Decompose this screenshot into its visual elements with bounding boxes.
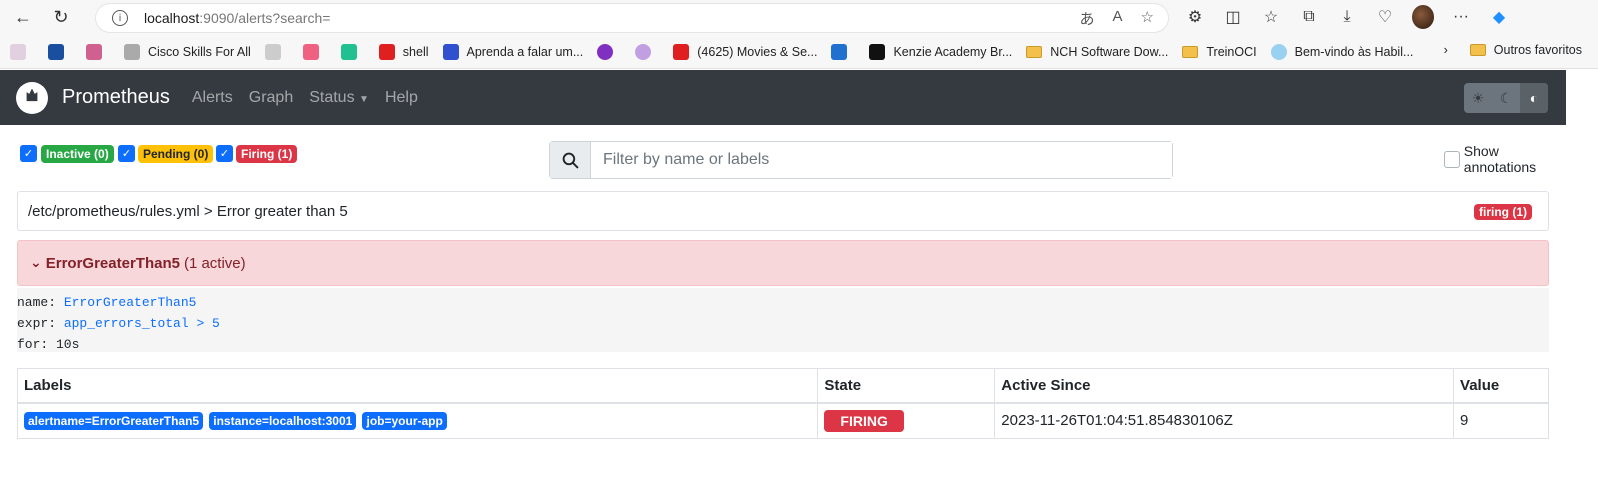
bookmark-icon-5[interactable] [302,43,327,60]
dark-theme-icon[interactable]: ☾ [1492,83,1520,113]
bookmark-icon-7[interactable] [597,43,621,60]
state-badge: FIRING [824,409,904,432]
label-badge: job=your-app [362,411,447,430]
rule-file-path: /etc/prometheus/rules.yml > Error greate… [28,202,348,220]
url-path: :9090/alerts?search= [199,10,331,26]
table-header-row: Labels State Active Since Value [16,368,1549,404]
search-icon [550,142,591,178]
light-theme-icon[interactable]: ☀ [1464,83,1492,113]
bookmark-aprenda[interactable]: Aprenda a falar um... [442,43,583,60]
chevron-down-icon: ⌄ [30,255,42,271]
search-input[interactable] [591,142,1172,178]
prometheus-logo-icon[interactable] [16,81,48,114]
bookmark-treinoci[interactable]: TreinOCI [1182,45,1257,59]
bookmark-kenzie[interactable]: Kenzie Academy Br... [869,43,1012,60]
col-active-since: Active Since [994,368,1455,404]
extensions-icon[interactable]: ⚙ [1184,7,1206,27]
reload-icon[interactable]: ↻ [46,3,76,33]
labels-cell: alertname=ErrorGreaterThan5 instance=loc… [16,402,819,439]
rule-for: for: 10s [17,337,80,352]
inactive-badge: Inactive (0) [41,145,114,163]
chevron-right-icon[interactable]: › [1444,43,1448,57]
rule-definition: name: ErrorGreaterThan5 expr: app_errors… [17,288,1549,352]
caret-down-icon: ▼ [359,93,369,105]
read-aloud-icon[interactable]: A [1113,8,1123,29]
show-annotations-checkbox[interactable] [1444,150,1460,168]
bookmark-icon-4[interactable] [264,43,289,60]
browser-toolbar: ← ↻ i localhost:9090/alerts?search= あ A … [0,0,1598,35]
show-annotations[interactable]: Show annotations [1444,143,1566,175]
url-host: localhost [144,10,200,26]
firing-checkbox[interactable]: ✓ [216,145,233,162]
bookmark-icon-1[interactable] [10,43,34,60]
label-badge: instance=localhost:3001 [209,411,357,430]
alerts-page: ✓ Inactive (0) ✓ Pending (0) ✓ Firing (1… [0,125,1566,439]
other-favorites[interactable]: Outros favoritos [1494,43,1582,57]
bookmark-sap[interactable] [831,43,855,60]
bookmark-icon-2[interactable] [48,43,72,60]
rule-name-link[interactable]: ErrorGreaterThan5 [64,295,197,310]
pending-checkbox[interactable]: ✓ [118,145,135,162]
favorites-icon[interactable]: ☆ [1260,7,1282,27]
inactive-checkbox[interactable]: ✓ [20,145,37,162]
folder-icon [1182,45,1199,58]
col-labels: Labels [16,368,819,404]
nav-help[interactable]: Help [385,89,418,107]
brand[interactable]: Prometheus [62,86,170,109]
firing-badge: Firing (1) [236,145,298,163]
bookmark-icon-3[interactable] [86,43,110,60]
alerts-table: Labels State Active Since Value alertnam… [16,368,1549,439]
translate-icon[interactable]: あ [1080,8,1095,29]
info-icon[interactable]: i [112,10,128,26]
nav-graph[interactable]: Graph [249,89,293,107]
show-annotations-label: Show annotations [1463,143,1537,175]
bookmark-cisco[interactable]: Cisco Skills For All [124,43,251,60]
health-icon[interactable]: ♡ [1374,7,1396,27]
bookmark-nch[interactable]: NCH Software Dow... [1026,45,1168,59]
state-cell: FIRING [817,402,996,439]
pending-badge: Pending (0) [138,145,214,163]
alert-rule-header[interactable]: ⌄ ErrorGreaterThan5 (1 active) [17,240,1549,286]
address-bar[interactable]: i localhost:9090/alerts?search= あ A ☆ [96,4,1168,32]
value-cell: 9 [1453,402,1549,439]
active-since-cell: 2023-11-26T01:04:51.854830106Z [994,402,1455,439]
auto-theme-icon[interactable]: ◐ [1520,83,1548,113]
downloads-icon[interactable]: ⤓ [1336,8,1358,26]
col-value: Value [1453,368,1549,404]
bookmark-icon-8[interactable] [635,43,659,60]
alert-name: ErrorGreaterThan5 [45,254,180,272]
col-state: State [817,368,996,404]
prometheus-navbar: Prometheus Alerts Graph Status ▼ Help ☀ … [0,70,1566,125]
bookmarks-bar: Cisco Skills For All shell Aprenda a fal… [0,35,1598,69]
table-row: alertname=ErrorGreaterThan5 instance=loc… [16,402,1549,439]
avatar[interactable] [1412,5,1434,29]
bookmark-movies[interactable]: (4625) Movies & Se... [673,43,817,60]
folder-icon [1469,44,1486,56]
nav-status[interactable]: Status ▼ [309,89,369,107]
rule-file-header: /etc/prometheus/rules.yml > Error greate… [17,191,1549,231]
back-icon[interactable]: ← [8,3,38,33]
favorite-star-icon[interactable]: ☆ [1141,8,1154,29]
rule-file-firing-badge: firing (1) [1474,204,1532,220]
search-group [549,141,1173,179]
collections-icon[interactable]: ⧉ [1298,8,1320,26]
bookmark-icon-6[interactable] [340,43,365,60]
label-badge: alertname=ErrorGreaterThan5 [24,411,204,430]
alert-active-count: (1 active) [183,254,246,272]
rule-expr-link[interactable]: app_errors_total > 5 [64,316,220,331]
bookmark-shell[interactable]: shell [378,43,429,60]
bookmark-bem-vindo[interactable]: Bem-vindo às Habil... [1270,43,1413,60]
nav-alerts[interactable]: Alerts [192,89,233,107]
split-screen-icon[interactable]: ◫ [1222,7,1244,27]
theme-toggle: ☀ ☾ ◐ [1464,83,1548,113]
folder-icon [1026,45,1043,58]
more-icon[interactable]: ··· [1450,8,1472,26]
copilot-icon[interactable]: ◆ [1488,7,1510,27]
filter-row: ✓ Inactive (0) ✓ Pending (0) ✓ Firing (1… [0,125,1566,187]
